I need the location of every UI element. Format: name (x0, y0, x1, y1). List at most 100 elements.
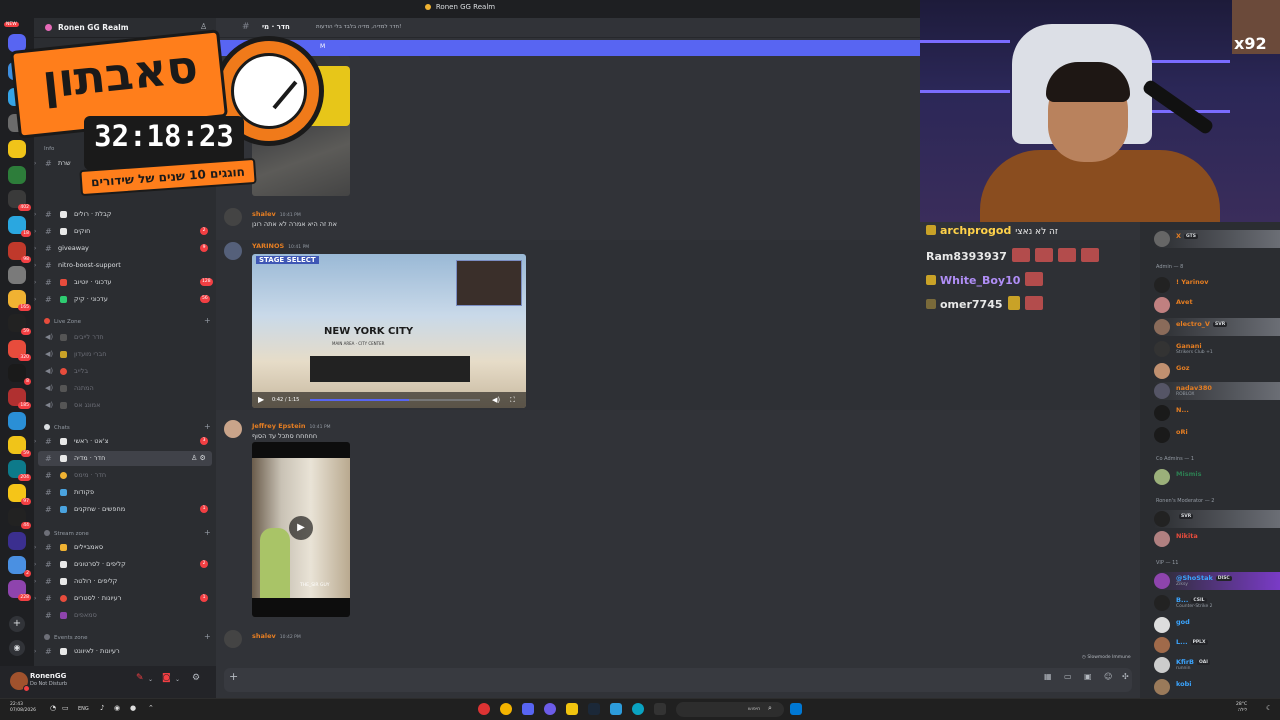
avatar[interactable] (224, 242, 242, 260)
add-channel-icon[interactable]: + (204, 528, 211, 537)
add-channel-icon[interactable]: + (204, 422, 211, 431)
server-icon[interactable]: 204 (8, 460, 31, 481)
chevron-down-icon[interactable]: ⌄ (148, 676, 153, 683)
channel-settings-icon[interactable]: ♙ ⚙ (191, 451, 206, 466)
category-chats[interactable]: Chats + (44, 422, 211, 431)
fullscreen-icon[interactable]: ⛶ (510, 396, 515, 405)
gift-icon[interactable]: ▦ (1044, 672, 1052, 681)
avatar[interactable] (224, 208, 242, 226)
server-icon[interactable]: 165 (8, 290, 31, 311)
member-item[interactable]: ! Yarinov (1154, 276, 1280, 294)
app-icon[interactable] (654, 703, 666, 715)
member-item[interactable]: god (1154, 616, 1280, 634)
member-item[interactable]: Goz (1154, 362, 1280, 380)
category-events-zone[interactable]: Events zone + (44, 632, 211, 641)
member-item[interactable]: Mismis (1154, 468, 1280, 486)
server-icon[interactable]: 98 (8, 242, 31, 263)
edge-icon[interactable] (632, 703, 644, 715)
server-icon[interactable] (8, 532, 26, 550)
apps-icon[interactable]: ✣ (1122, 672, 1129, 681)
server-icon[interactable] (8, 140, 26, 158)
app-icon[interactable] (544, 703, 556, 715)
folder-icon[interactable] (566, 703, 578, 715)
discord-icon[interactable] (522, 703, 534, 715)
volume-icon[interactable]: ◀) (492, 396, 500, 404)
avatar[interactable] (224, 420, 242, 438)
member-item[interactable]: Avet (1154, 296, 1280, 314)
mic-icon[interactable]: ♪ (100, 704, 104, 712)
message-author[interactable]: YARINOS 10:41 PM (252, 242, 309, 250)
voice-channel-item[interactable]: ◀) בלייב (34, 364, 216, 379)
server-icon[interactable]: 2 (8, 556, 31, 577)
channel-item[interactable]: › # סאמביילים (34, 540, 216, 555)
taskbar-clock[interactable]: 22:43 07/08/2026 (10, 702, 36, 714)
member-item[interactable]: oRi (1154, 426, 1280, 444)
server-icon[interactable]: 97 (8, 484, 31, 505)
chevron-down-icon[interactable]: ⌄ (175, 676, 180, 683)
channel-item[interactable]: # מחפשים · שחקנים 1 (34, 502, 216, 517)
server-icon[interactable]: 59 (8, 314, 31, 335)
server-icon[interactable]: 44 (8, 508, 31, 529)
server-icon[interactable]: 402 (8, 190, 31, 211)
weather-icon[interactable]: ☾ (1266, 704, 1272, 712)
member-item[interactable]: Ganani Strikers Club +1 (1154, 340, 1280, 358)
weather-widget[interactable]: 28°C לילה (1236, 702, 1247, 714)
add-server-icon[interactable]: + (9, 616, 25, 632)
mic-muted-icon[interactable]: ✎ (136, 673, 144, 683)
taskbar-search[interactable]: חיפוש ⌕ (676, 702, 784, 717)
notice-banner[interactable]: M (216, 40, 920, 56)
member-item[interactable]: Nikita (1154, 530, 1280, 548)
channel-item[interactable]: › # עדכוני · יוטיוב 128 (34, 275, 216, 290)
member-item[interactable]: B... CSIL Counter-Strike 2 (1154, 594, 1280, 612)
channel-item[interactable]: › # קליפים · לסרטונים 2 (34, 557, 216, 572)
message-author[interactable]: shalev 10:42 PM (252, 632, 301, 640)
channel-item[interactable]: # סמאפים (34, 608, 216, 623)
member-item[interactable]: nadav380 ROBLOX (1154, 382, 1280, 400)
channel-item[interactable]: › # חוקים 2 (34, 224, 216, 239)
channel-item[interactable]: › # giveaway 9 (34, 241, 216, 256)
steam-icon[interactable] (588, 703, 600, 715)
member-item[interactable]: @ShoStak DISC Ziksy (1154, 572, 1280, 590)
channel-item[interactable]: › # עדכוני · קיק 56 (34, 292, 216, 307)
server-icon[interactable]: 8 (8, 364, 31, 385)
language-indicator[interactable]: ENG (78, 706, 89, 712)
video-attachment[interactable]: STAGE SELECT NEW YORK CITY MAIN AREA · C… (252, 254, 526, 408)
channel-item-active[interactable]: # חדר · מדיה ♙ ⚙ (38, 451, 212, 466)
add-channel-icon[interactable]: + (204, 632, 211, 641)
server-icon[interactable]: 18 (8, 216, 31, 237)
chevron-up-icon[interactable]: ⌃ (148, 704, 154, 712)
voice-channel-item[interactable]: ◀) חדר לייבים (34, 330, 216, 345)
add-channel-icon[interactable]: + (204, 316, 211, 325)
server-icon[interactable]: 228 (8, 580, 31, 601)
discover-icon[interactable]: ◉ (9, 640, 25, 656)
member-item[interactable]: kobi (1154, 678, 1280, 696)
channel-item[interactable]: › # רעיונות · לסטרים 1 (34, 591, 216, 606)
server-icon[interactable]: 59 (8, 436, 31, 457)
sticker-icon[interactable]: ▣ (1084, 672, 1092, 681)
channel-item[interactable]: › # קליפים · רולטה (34, 574, 216, 589)
server-icon[interactable]: 185 (8, 388, 31, 409)
server-icon[interactable] (8, 266, 26, 284)
member-item[interactable]: X GTS (1154, 230, 1280, 248)
member-item[interactable]: electro_V SVR (1154, 318, 1280, 336)
member-item[interactable]: N... (1154, 404, 1280, 422)
member-item[interactable]: L... PPLX (1154, 636, 1280, 654)
tray-icon[interactable]: ● (130, 704, 136, 712)
channel-item[interactable]: › # רעיונות · לאיוונט (34, 644, 216, 659)
emoji-icon[interactable]: ☺ (1104, 672, 1112, 681)
voice-channel-item[interactable]: ◀) חברי מועדון (34, 347, 216, 362)
video-attachment[interactable]: ▶ THE_SIR GUY (252, 442, 350, 617)
taskbar-tray-icon[interactable]: ▭ (62, 704, 69, 712)
voice-channel-item[interactable]: ◀) המתנה (34, 381, 216, 396)
chrome-icon[interactable] (500, 703, 512, 715)
message-author[interactable]: Jeffrey Epstein 10:41 PM (252, 422, 331, 430)
channel-item[interactable]: # חדר · מימס (34, 468, 216, 483)
server-icon[interactable]: 320 (8, 340, 31, 361)
channel-item[interactable]: # פקודות (34, 485, 216, 500)
headset-muted-icon[interactable]: ◙ (162, 673, 171, 683)
message-input[interactable] (224, 668, 1132, 692)
server-icon[interactable] (8, 166, 26, 184)
server-icon[interactable] (8, 412, 26, 430)
gear-icon[interactable]: ⚙ (192, 673, 200, 683)
category-info[interactable]: Info (44, 146, 54, 152)
